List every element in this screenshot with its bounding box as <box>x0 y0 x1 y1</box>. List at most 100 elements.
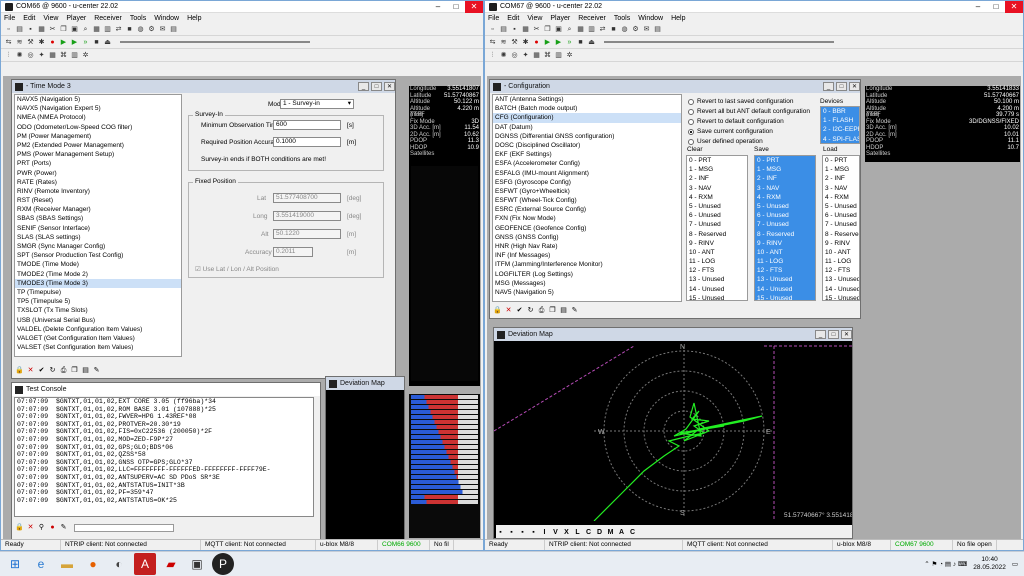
send-icon[interactable]: ✔ <box>515 306 524 315</box>
clear-section-item[interactable]: 10 - ANT <box>687 248 747 257</box>
tray-icons[interactable]: ⌃ ⚑ ◔ ▤ ♪ ⌨ <box>924 560 967 568</box>
eject-icon[interactable]: ⏏ <box>587 38 596 47</box>
zoom-icon[interactable]: ⌕ <box>81 25 90 34</box>
record-icon[interactable]: ● <box>532 38 541 47</box>
notification-icon[interactable]: ▭ <box>1012 560 1018 568</box>
list-item[interactable]: RATE (Rates) <box>15 178 181 187</box>
close-red-icon[interactable]: ✕ <box>26 523 35 532</box>
settings-icon[interactable]: ✲ <box>565 51 574 60</box>
messages-icon[interactable]: ✉ <box>158 25 167 34</box>
deviation-tool-button[interactable]: I <box>540 528 549 537</box>
deviation-tool-button[interactable]: D <box>595 528 604 537</box>
list-item[interactable]: DGNSS (Differential GNSS configuration) <box>493 132 681 141</box>
maximize-button[interactable]: □ <box>371 82 382 91</box>
deviation-tool-button[interactable]: C <box>584 528 593 537</box>
load-section-item[interactable]: 9 - RINV <box>823 239 859 248</box>
menu-edit[interactable]: Edit <box>23 15 35 22</box>
device-item[interactable]: 4 - SPI-FLASH <box>821 134 859 143</box>
sky-view-icon[interactable]: ✺ <box>15 51 24 60</box>
list-item[interactable]: ESFG (Gyroscope Config) <box>493 178 681 187</box>
compass-icon[interactable]: ✦ <box>37 51 46 60</box>
save-section-item[interactable]: 10 - ANT <box>755 247 815 258</box>
sky-view-icon[interactable]: ✺ <box>499 51 508 60</box>
open-icon[interactable]: ▤ <box>15 25 24 34</box>
load-section-item[interactable]: 4 - RXM <box>823 193 859 202</box>
close-button[interactable]: ✕ <box>465 1 483 13</box>
load-section-item[interactable]: 11 - LOG <box>823 257 859 266</box>
maximize-button[interactable]: □ <box>836 82 847 91</box>
connect-icon[interactable]: ⇆ <box>4 38 13 47</box>
menu-player[interactable]: Player <box>550 15 570 22</box>
play-icon[interactable]: ▶ <box>59 38 68 47</box>
clear-section-item[interactable]: 6 - Unused <box>687 211 747 220</box>
deviation-tool-button[interactable]: L <box>573 528 582 537</box>
deviation-tool-button[interactable]: X <box>562 528 571 537</box>
stop-icon[interactable]: ■ <box>609 25 618 34</box>
print-icon[interactable]: ▦ <box>37 25 46 34</box>
list-item[interactable]: FXN (Fix Now Mode) <box>493 214 681 223</box>
zoom-in-icon[interactable]: ▪ <box>496 528 505 537</box>
save-icon[interactable]: ▪ <box>26 25 35 34</box>
maximize-button[interactable]: □ <box>987 1 1005 13</box>
req-acc-input[interactable]: 0.1000 <box>273 137 341 147</box>
baud-icon[interactable]: ≋ <box>15 38 24 47</box>
firefox-icon[interactable]: ● <box>82 553 104 575</box>
list-item[interactable]: TP (Timepulse) <box>15 288 181 297</box>
list-item[interactable]: SLAS (SLAS settings) <box>15 233 181 242</box>
min-obs-input[interactable]: 600 <box>273 120 341 130</box>
signal-icon[interactable]: ⫶ <box>4 51 13 60</box>
load-section-item[interactable]: 1 - MSG <box>823 165 859 174</box>
load-section-item[interactable]: 5 - Unused <box>823 202 859 211</box>
menu-window[interactable]: Window <box>638 15 663 22</box>
save-sections-list[interactable]: 0 - PRT 1 - MSG 2 - INF 3 - NAV 4 - RXM 5 - U… <box>754 155 816 301</box>
clear-section-item[interactable]: 11 - LOG <box>687 257 747 266</box>
list-item[interactable]: ESFALG (IMU-mount Alignment) <box>493 169 681 178</box>
timemode-item-list[interactable]: NAVX5 (Navigation 5) NAVX5 (Navigation Ex… <box>14 94 182 357</box>
list-item[interactable]: SENIF (Sensor Interface) <box>15 224 181 233</box>
menu-file[interactable]: File <box>488 15 499 22</box>
clock[interactable]: 10:40 28.05.2022 <box>973 556 1006 572</box>
save-section-item[interactable]: 7 - Unused <box>755 220 815 230</box>
list-item[interactable]: VALSET (Set Configuration Item Values) <box>15 343 181 352</box>
minimize-button[interactable]: – <box>429 1 447 13</box>
paste-icon[interactable]: ▣ <box>554 25 563 34</box>
list-item[interactable]: PMS (Power Management Setup) <box>15 150 181 159</box>
close-button[interactable]: ✕ <box>384 82 395 91</box>
clear-section-item[interactable]: 4 - RXM <box>687 193 747 202</box>
clear-section-item[interactable]: 5 - Unused <box>687 202 747 211</box>
save-section-item[interactable]: 11 - LOG <box>755 257 815 267</box>
list-item[interactable]: GEOFENCE (Geofence Config) <box>493 224 681 233</box>
list-item[interactable]: HNR (High Nav Rate) <box>493 242 681 251</box>
histogram-icon[interactable]: ▥ <box>70 51 79 60</box>
connection-icon[interactable]: ⇄ <box>114 25 123 34</box>
list-item[interactable]: BATCH (Batch mode output) <box>493 104 681 113</box>
cut-icon[interactable]: ✂ <box>48 25 57 34</box>
baud-icon[interactable]: ≋ <box>499 38 508 47</box>
start-icon[interactable]: ⊞ <box>4 553 26 575</box>
config-option-radio[interactable]: User defined operation <box>688 138 763 145</box>
menu-tools[interactable]: Tools <box>614 15 630 22</box>
list-item[interactable]: TMODE (Time Mode) <box>15 260 181 269</box>
lock-icon[interactable]: 🔒 <box>15 523 24 532</box>
list-item[interactable]: USB (Universal Serial Bus) <box>15 316 181 325</box>
use-lla-checkbox[interactable]: ☑ Use Lat / Lon / Alt Position <box>195 265 279 273</box>
close-button[interactable]: ✕ <box>849 82 860 91</box>
config-option-radio[interactable]: Revert to default configuration <box>688 118 784 125</box>
config-icon[interactable]: ⚙ <box>147 25 156 34</box>
menu-edit[interactable]: Edit <box>507 15 519 22</box>
list-item[interactable]: ESFA (Accelerometer Config) <box>493 159 681 168</box>
debug-icon[interactable]: ✱ <box>521 38 530 47</box>
deviation-icon[interactable]: ◎ <box>26 51 35 60</box>
save-section-item[interactable]: 13 - Unused <box>755 275 815 285</box>
list-item[interactable]: TP5 (Timepulse 5) <box>15 297 181 306</box>
edit-icon[interactable]: ✎ <box>59 523 68 532</box>
devices-list[interactable]: 0 - BBR1 - FLASH2 - I2C-EEPROM4 - SPI-FL… <box>820 106 860 144</box>
list-item[interactable]: ODO (Odometer/Low-Speed COG filter) <box>15 123 181 132</box>
save-section-item[interactable]: 3 - NAV <box>755 183 815 193</box>
acrobat-icon[interactable]: A <box>134 553 156 575</box>
eject-icon[interactable]: ⏏ <box>103 38 112 47</box>
config-icon[interactable]: ⚙ <box>631 25 640 34</box>
poll-icon[interactable]: ↻ <box>48 366 57 375</box>
menu-view[interactable]: View <box>43 15 58 22</box>
list-item[interactable]: LOGFILTER (Log Settings) <box>493 270 681 279</box>
